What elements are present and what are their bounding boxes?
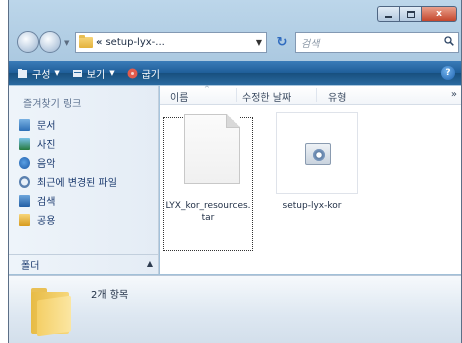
explorer-window: x ▼ « setup-lyx-... ▼ ↻ 검색 구성 ▼ 보기 ▼ 굽기 …: [8, 0, 462, 343]
generic-file-icon: [184, 114, 240, 184]
music-icon: [19, 156, 30, 169]
burn-disc-icon: [127, 68, 138, 78]
nav-item-documents[interactable]: 문서: [19, 115, 117, 134]
column-name[interactable]: 이름: [170, 89, 188, 104]
nav-item-music[interactable]: 음악: [19, 153, 117, 172]
more-columns-button[interactable]: »: [451, 89, 457, 100]
file-thumbnail: [168, 112, 248, 194]
nav-item-public[interactable]: 공용: [19, 210, 117, 229]
close-icon: x: [436, 9, 442, 19]
search-icon[interactable]: [444, 36, 454, 46]
installer-icon: [305, 143, 331, 165]
recent-icon: [19, 175, 30, 188]
documents-icon: [19, 118, 30, 131]
nav-item-label: 검색: [37, 197, 56, 208]
column-date-modified[interactable]: 수정한 날짜: [242, 89, 291, 104]
help-icon[interactable]: ?: [441, 66, 455, 80]
file-thumbnail: [272, 112, 358, 194]
file-item[interactable]: LYX_kor_resources.tar: [163, 112, 253, 251]
item-count: 2개 항목: [91, 290, 129, 301]
minimize-button[interactable]: [377, 6, 399, 22]
organize-icon: [18, 68, 27, 78]
views-label: 보기: [86, 69, 106, 81]
nav-item-pictures[interactable]: 사진: [19, 134, 117, 153]
folders-toggle[interactable]: 폴더 ▲: [9, 254, 159, 274]
sort-ascending-icon: ^: [204, 85, 210, 93]
organize-label: 구성: [32, 69, 51, 81]
command-bar: 구성 ▼ 보기 ▼ 굽기 ?: [9, 61, 461, 85]
column-divider[interactable]: [316, 88, 317, 102]
details-pane: 2개 항목: [9, 275, 461, 343]
chevron-down-icon: ▼: [54, 69, 60, 77]
nav-item-recent[interactable]: 최근에 변경된 파일: [19, 172, 117, 191]
nav-item-search[interactable]: 검색: [19, 191, 117, 210]
file-name: setup-lyx-kor: [282, 201, 342, 211]
column-divider[interactable]: [236, 88, 237, 102]
nav-item-label: 음악: [37, 159, 56, 170]
chevron-up-icon: ▲: [146, 259, 153, 268]
breadcrumb-overflow[interactable]: «: [96, 37, 102, 48]
pictures-icon: [19, 137, 30, 150]
back-button[interactable]: [17, 31, 39, 53]
maximize-icon: [406, 10, 415, 18]
search-placeholder: 검색: [301, 39, 320, 50]
nav-item-label: 사진: [37, 140, 56, 151]
installer-thumbnail-frame: [276, 112, 358, 194]
nav-item-label: 문서: [37, 121, 56, 132]
burn-button[interactable]: 굽기: [127, 66, 160, 81]
refresh-icon: ↻: [276, 35, 288, 50]
search-input[interactable]: 검색: [295, 32, 459, 53]
nav-item-label: 공용: [37, 216, 56, 227]
navigation-pane: 즐겨찾기 링크 문서 사진 음악 최근에 변경된 파일 검색 공용 폴더 ▲: [9, 86, 159, 274]
folder-icon: [79, 35, 93, 48]
file-item[interactable]: setup-lyx-kor: [268, 112, 358, 212]
nav-item-label: 최근에 변경된 파일: [37, 178, 117, 189]
favorite-links-header: 즐겨찾기 링크: [23, 99, 82, 110]
file-list-pane: 이름 ^ 수정한 날짜 유형 » LYX_kor_resources.tar s…: [160, 85, 461, 274]
organize-menu[interactable]: 구성 ▼: [17, 66, 60, 81]
burn-label: 굽기: [141, 69, 160, 81]
folder-large-icon: [31, 288, 71, 337]
column-type[interactable]: 유형: [328, 89, 346, 104]
folders-label: 폴더: [21, 261, 40, 272]
refresh-button[interactable]: ↻: [271, 32, 293, 53]
chevron-down-icon: ▼: [109, 69, 115, 77]
favorite-links-list: 문서 사진 음악 최근에 변경된 파일 검색 공용: [19, 115, 117, 229]
address-bar[interactable]: « setup-lyx-... ▼: [75, 32, 267, 53]
maximize-button[interactable]: [399, 6, 421, 22]
forward-button[interactable]: [39, 31, 61, 53]
close-button[interactable]: x: [421, 6, 457, 22]
views-icon: [72, 69, 82, 77]
recent-pages-chevron-down-icon[interactable]: ▼: [64, 39, 69, 47]
address-dropdown-chevron-down-icon[interactable]: ▼: [256, 38, 262, 47]
caption-buttons: x: [377, 6, 457, 22]
column-headers: 이름 ^ 수정한 날짜 유형 »: [160, 85, 461, 105]
views-menu[interactable]: 보기 ▼: [72, 66, 115, 81]
breadcrumb-path[interactable]: setup-lyx-...: [105, 37, 164, 48]
search-folder-icon: [19, 194, 30, 207]
minimize-icon: [385, 15, 392, 18]
address-row: ▼ « setup-lyx-... ▼ ↻ 검색: [13, 30, 459, 56]
public-folder-icon: [19, 213, 30, 226]
gear-icon: [312, 148, 326, 162]
